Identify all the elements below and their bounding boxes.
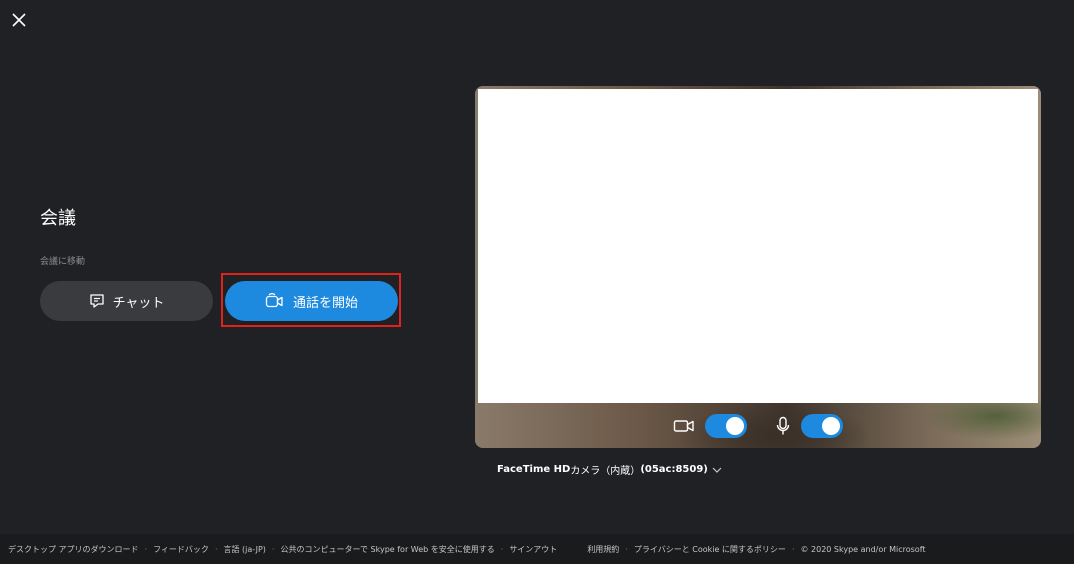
video-camera-icon bbox=[673, 420, 694, 432]
camera-selector[interactable]: FaceTime HD カメラ（内蔵） (05ac:8509) bbox=[497, 462, 722, 477]
microphone-icon bbox=[776, 416, 790, 435]
chevron-down-icon bbox=[712, 467, 722, 473]
microphone-toggle-knob bbox=[822, 417, 840, 435]
chat-icon bbox=[89, 294, 104, 308]
close-icon[interactable] bbox=[9, 10, 29, 30]
footer-link-sign-out[interactable]: サインアウト bbox=[509, 544, 557, 555]
footer-separator: · bbox=[214, 544, 218, 554]
camera-name: FaceTime HD bbox=[497, 464, 571, 475]
camera-id: (05ac:8509) bbox=[640, 464, 708, 475]
video-toggle-knob bbox=[726, 417, 744, 435]
camera-preview bbox=[475, 86, 1041, 448]
microphone-toggle[interactable] bbox=[801, 414, 843, 438]
footer-link-download[interactable]: デスクトップ アプリのダウンロード bbox=[8, 544, 139, 555]
chat-button-label: チャット bbox=[112, 295, 165, 311]
footer-separator: · bbox=[500, 544, 504, 554]
footer-link-language[interactable]: 言語 (ja-JP) bbox=[223, 544, 265, 555]
footer-link-feedback[interactable]: フィードバック bbox=[153, 544, 209, 555]
meeting-screen: 会議 会議に移動 チャット 通話を開始 FaceTime HD カメラ（内蔵） … bbox=[0, 0, 1074, 564]
footer-separator: · bbox=[144, 544, 148, 554]
footer-separator: · bbox=[271, 544, 275, 554]
footer-separator: · bbox=[791, 544, 795, 554]
start-call-button[interactable]: 通話を開始 bbox=[225, 281, 398, 321]
video-toggle[interactable] bbox=[705, 414, 747, 438]
preview-controls bbox=[475, 404, 1041, 448]
start-call-button-label: 通話を開始 bbox=[292, 295, 358, 311]
footer-separator: · bbox=[625, 544, 628, 554]
meeting-title: 会議 bbox=[40, 208, 76, 229]
footer-copyright: © 2020 Skype and/or Microsoft bbox=[800, 544, 926, 554]
footer: デスクトップ アプリのダウンロード · フィードバック · 言語 (ja-JP)… bbox=[0, 534, 1074, 564]
footer-link-public-computer[interactable]: 公共のコンピューターで Skype for Web を安全に使用する bbox=[280, 544, 494, 555]
preview-overlay bbox=[478, 89, 1038, 403]
video-call-icon bbox=[265, 293, 283, 308]
footer-link-privacy[interactable]: プライバシーと Cookie に関するポリシー bbox=[634, 544, 786, 555]
footer-link-terms[interactable]: 利用規約 bbox=[587, 544, 619, 555]
chat-button[interactable]: チャット bbox=[40, 281, 213, 321]
go-to-meeting-label: 会議に移動 bbox=[40, 257, 86, 267]
camera-detail: カメラ（内蔵） bbox=[570, 466, 641, 477]
